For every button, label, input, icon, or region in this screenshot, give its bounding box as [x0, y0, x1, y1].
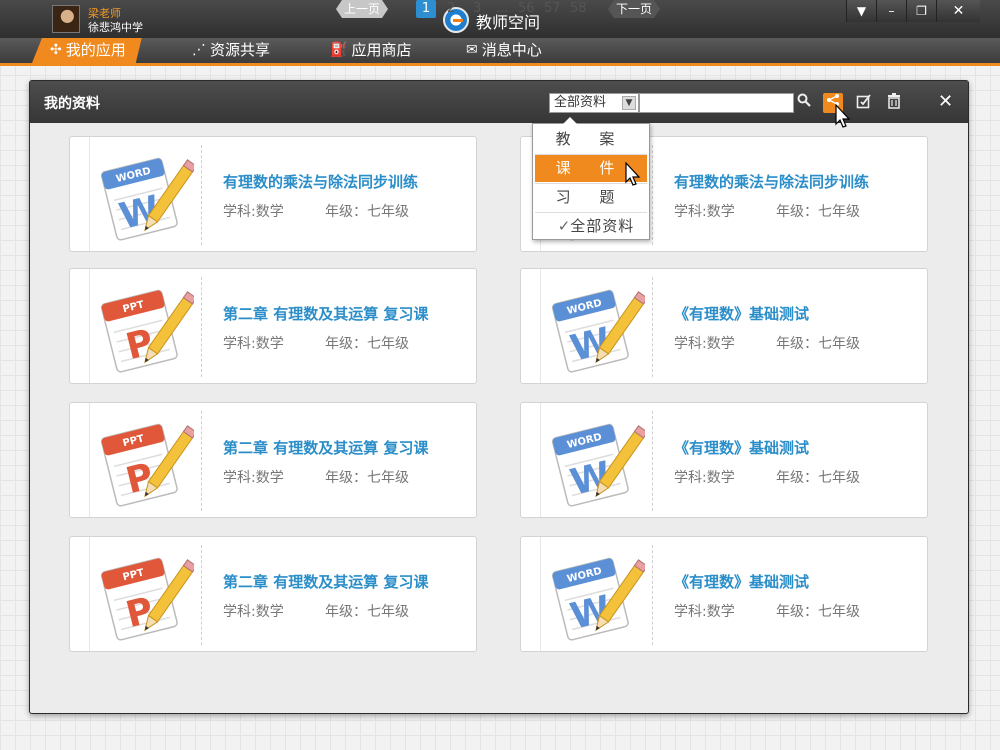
material-card[interactable]: WORD W 有理数的乘法与除法同步训练	[69, 136, 477, 252]
user-school: 徐悲鸿中学	[88, 21, 143, 34]
hand-cursor-icon	[625, 162, 641, 186]
filter-value: 全部资料	[554, 95, 607, 110]
card-title[interactable]: 《有理数》基础测试	[674, 437, 809, 458]
card-subject: 学科:数学	[223, 336, 284, 352]
material-card[interactable]: WORD W 《有理数》基础测试 学科:数学 年级：七年级	[520, 268, 928, 384]
material-card[interactable]: PPT P 第二章 有理数及其运算 复习课 学科:数学 年级：七年级	[69, 402, 477, 518]
search-input[interactable]	[639, 93, 794, 113]
page-1[interactable]: 1	[416, 0, 436, 18]
prev-page-button[interactable]: 上一页	[336, 0, 388, 18]
store-icon: ⛽	[330, 42, 348, 58]
page-58[interactable]: 58	[570, 0, 587, 18]
panel-header: 我的资料 全部资料 ▼ ✕	[30, 81, 968, 123]
divider	[652, 411, 653, 511]
restore-button[interactable]: ❐	[906, 0, 936, 22]
card-subject: 学科:数学	[674, 336, 735, 352]
material-card[interactable]: WORD W 《有理数》基础测试 学科:数学 年级：七年级	[520, 536, 928, 652]
card-subject: 学科:数学	[674, 204, 735, 220]
nav-message-center[interactable]: ✉ 消息中心	[466, 38, 542, 63]
minimize-button[interactable]: –	[876, 0, 906, 22]
card-subject: 学科:数学	[223, 604, 284, 620]
edit-icon[interactable]	[854, 93, 874, 113]
card-grade: 年级：七年级	[325, 336, 409, 352]
card-title[interactable]: 《有理数》基础测试	[674, 571, 809, 592]
card-grade: 年级：七年级	[776, 604, 860, 620]
next-page-button[interactable]: 下一页	[608, 0, 660, 18]
card-subject: 学科:数学	[674, 470, 735, 486]
window-controls: ▼ – ❐ ✕	[846, 0, 980, 24]
material-card[interactable]: PPT P 第二章 有理数及其运算 复习课 学科:数学 年级：七年级	[69, 536, 477, 652]
panel-title: 我的资料	[44, 96, 100, 112]
check-icon: ✓	[557, 217, 571, 235]
card-title[interactable]: 有理数的乘法与除法同步训练	[223, 171, 418, 192]
card-subject: 学科:数学	[223, 470, 284, 486]
share-resource-icon: ⋰	[192, 42, 206, 58]
divider	[201, 411, 202, 511]
card-grade: 年级：七年级	[776, 204, 860, 220]
trash-icon[interactable]	[884, 93, 904, 113]
nav-label: 资源共享	[210, 41, 271, 59]
filter-select[interactable]: 全部资料 ▼	[549, 93, 639, 113]
divider	[201, 277, 202, 377]
material-card[interactable]: PPT P 第二章 有理数及其运算 复习课 学科:数学 年级：七年级	[69, 268, 477, 384]
word-doc-icon: WORD W	[545, 413, 649, 509]
divider	[652, 277, 653, 377]
divider	[652, 545, 653, 645]
card-grade: 年级：七年级	[776, 470, 860, 486]
card-title[interactable]: 有理数的乘法与除法同步训练	[674, 171, 869, 192]
page-ellipsis: ...	[496, 1, 509, 16]
menu-dropdown-button[interactable]: ▼	[846, 0, 876, 22]
chevron-down-icon[interactable]: ▼	[622, 96, 636, 110]
ppt-doc-icon: PPT P	[94, 547, 198, 643]
card-grade: 年级：七年级	[325, 604, 409, 620]
message-icon: ✉	[466, 42, 478, 58]
page-57[interactable]: 57	[544, 0, 561, 18]
ppt-doc-icon: PPT P	[94, 413, 198, 509]
word-doc-icon: WORD W	[545, 279, 649, 375]
nav-app-store[interactable]: ⛽ 应用商店	[330, 38, 411, 63]
nav-my-apps[interactable]: ✣ 我的应用	[32, 38, 142, 63]
apps-icon: ✣	[50, 42, 62, 58]
divider	[201, 145, 202, 245]
search-icon[interactable]	[794, 93, 814, 113]
nav-label: 应用商店	[351, 41, 412, 59]
card-grade: 年级：七年级	[325, 204, 409, 220]
word-doc-icon: WORD W	[545, 547, 649, 643]
nav-resource-share[interactable]: ⋰ 资源共享	[192, 38, 270, 63]
divider	[201, 545, 202, 645]
page-3[interactable]: 3	[473, 0, 481, 18]
page-56[interactable]: 56	[518, 0, 535, 18]
close-icon[interactable]: ✕	[938, 91, 953, 112]
dropdown-item-lesson-plan[interactable]: 教 案	[535, 126, 647, 153]
dropdown-item-all-materials[interactable]: ✓全部资料	[535, 213, 647, 240]
card-grade: 年级：七年级	[776, 336, 860, 352]
card-title[interactable]: 第二章 有理数及其运算 复习课	[223, 437, 428, 458]
card-title[interactable]: 第二章 有理数及其运算 复习课	[223, 571, 428, 592]
ppt-doc-icon: PPT P	[94, 279, 198, 375]
avatar[interactable]	[52, 5, 80, 33]
nav-label: 我的应用	[65, 41, 126, 59]
close-window-button[interactable]: ✕	[936, 0, 980, 22]
main-nav: ✣ 我的应用 ⋰ 资源共享 ⛽ 应用商店 ✉ 消息中心	[0, 38, 1000, 66]
card-title[interactable]: 《有理数》基础测试	[674, 303, 809, 324]
card-title[interactable]: 第二章 有理数及其运算 复习课	[223, 303, 428, 324]
dropdown-item-label: 全部资料	[570, 217, 635, 235]
page-2[interactable]: 2	[447, 0, 455, 18]
dropdown-item-exercises[interactable]: 习 题	[535, 184, 647, 211]
nav-label: 消息中心	[481, 41, 542, 59]
word-doc-icon: WORD W	[94, 147, 198, 243]
material-card[interactable]: WORD W 《有理数》基础测试 学科:数学 年级：七年级	[520, 402, 928, 518]
card-subject: 学科:数学	[674, 604, 735, 620]
card-grade: 年级：七年级	[325, 470, 409, 486]
cursor-pointer-icon	[835, 104, 851, 128]
divider	[652, 145, 653, 245]
card-subject: 学科:数学	[223, 204, 284, 220]
